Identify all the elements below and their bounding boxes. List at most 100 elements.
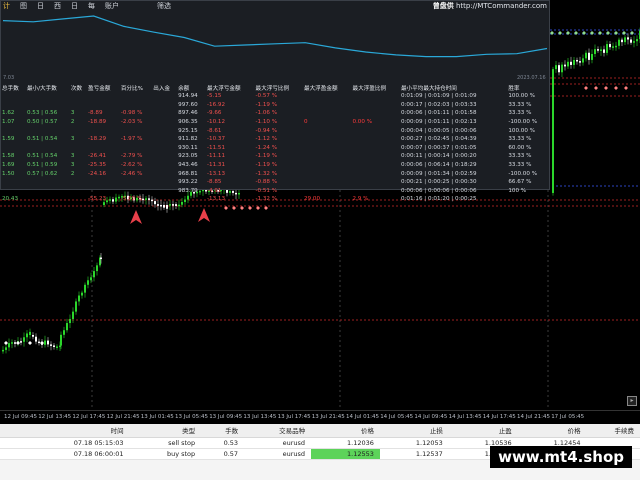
chart-shift-button[interactable]: ▸ [627, 396, 637, 406]
stats-cell: 20.43 [2, 196, 19, 203]
stats-cell [351, 92, 399, 101]
candle-body [573, 59, 575, 65]
stats-header-cell[interactable]: 最大浮盈比例 [351, 83, 399, 92]
candle-body [579, 61, 581, 63]
stats-cell: 0.00 % [352, 119, 373, 126]
stats-cell [177, 195, 206, 204]
tab-each[interactable]: 每 [88, 1, 95, 11]
stats-cell [120, 92, 152, 101]
trade-marker-diamond [16, 341, 20, 345]
candle-body [20, 341, 22, 343]
stats-cell: -18.29 [88, 136, 107, 143]
stats-cell [152, 178, 177, 187]
tab-account[interactable]: 账户 [105, 1, 119, 11]
stats-cell [152, 92, 177, 101]
stats-cell [152, 169, 177, 178]
stats-cell: 100 % [508, 187, 527, 194]
orders-header-cell[interactable]: 止盈 [448, 424, 518, 438]
candle-body [600, 49, 602, 51]
stats-row: 1.58 0.51 | 0.54 3 -26.41 -2.79 % 923.05 -11.1… [1, 152, 549, 161]
orders-header-cell[interactable]: 手续费 [586, 424, 640, 438]
orders-header-cell[interactable]: 价格 [311, 424, 380, 438]
stats-cell [351, 135, 399, 144]
orders-header-cell[interactable]: 类型 [129, 424, 202, 438]
stats-header-cell[interactable]: 百分比% [120, 83, 152, 92]
stats-cell [351, 169, 399, 178]
stats-header-cell[interactable]: 最小平均最大持仓时间 [400, 83, 507, 92]
tab-date[interactable]: 日 [71, 1, 78, 11]
stats-cell: -0.98 % [120, 110, 143, 117]
stats-cell: -2.62 % [120, 162, 143, 169]
stats-cell [1, 187, 26, 196]
candle-body [66, 323, 68, 331]
stats-header-cell[interactable]: 盈亏金额 [87, 83, 120, 92]
stats-cell: 100.00 % [508, 127, 535, 134]
stats-cell [303, 187, 351, 196]
tab-stats[interactable]: 计 [3, 1, 10, 11]
orders-header-cell[interactable]: 价格 [517, 424, 587, 438]
stats-header-cell[interactable]: 出入金 [152, 83, 177, 92]
sell-arrow-icon [198, 208, 210, 222]
time-axis-label: 12 Jul 13:45 [38, 414, 72, 420]
stats-cell: 0.51 | 0.54 [26, 136, 58, 143]
stats-cell [87, 101, 120, 110]
time-axis-label: 14 Jul 09:45 [414, 414, 448, 420]
stats-cell: -8.61 [207, 127, 222, 134]
stats-cell [70, 178, 87, 187]
stats-cell: 1.07 [2, 119, 15, 126]
stats-cell: -1.32 % [255, 196, 278, 203]
stats-cell: -2.46 % [120, 170, 143, 177]
time-axis-label: 12 Jul 09:45 [4, 414, 37, 420]
stats-header-cell[interactable]: 最大浮亏金额 [206, 83, 254, 92]
stats-header-cell[interactable]: 最大浮盈金额 [303, 83, 351, 92]
candle-body [50, 344, 52, 346]
filter-button[interactable]: 筛选 [157, 1, 171, 11]
equity-curve [2, 15, 548, 58]
stats-cell: 1.59 [2, 136, 15, 143]
orders-header-cell[interactable]: 止损 [379, 424, 449, 438]
stats-header-cell[interactable]: 最大浮亏比例 [255, 83, 303, 92]
stats-cell [70, 126, 87, 135]
stats-cell [152, 195, 177, 204]
order-ticket-cell [0, 448, 13, 460]
trade-marker-diamond [584, 86, 588, 90]
tab-day[interactable]: 日 [37, 1, 44, 11]
time-axis-label: 13 Jul 05:45 [175, 414, 208, 420]
order-lots-cell: 0.57 [201, 448, 245, 460]
order-type-cell: sell stop [129, 437, 202, 449]
stats-header-cell[interactable]: 最小/大手数 [26, 83, 70, 92]
orders-header-row: 时间 类型 手数 交易品种 价格 止损 止盈 价格 手续费 [0, 424, 640, 438]
stats-header-cell[interactable]: 胜率 [507, 83, 549, 92]
tab-week[interactable]: 西 [54, 1, 61, 11]
orders-header-cell[interactable] [0, 424, 13, 438]
orders-header-cell[interactable]: 时间 [12, 424, 130, 438]
stats-cell [87, 178, 120, 187]
candle-body [633, 41, 635, 43]
candle-body [630, 39, 632, 43]
stats-cell: -1.97 % [120, 136, 143, 143]
candle-body [38, 341, 40, 344]
stats-header-cell[interactable]: 总手数 [1, 83, 26, 92]
candle-body [5, 347, 7, 350]
trade-marker-diamond [604, 86, 608, 90]
trade-marker-diamond [28, 341, 32, 345]
candle-body [96, 265, 98, 272]
candle-body [618, 39, 620, 46]
tab-chart[interactable]: 图 [20, 1, 27, 11]
stats-header-cell[interactable]: 次数 [70, 83, 87, 92]
stats-cell: 33.33 % [508, 136, 532, 143]
candle-body [11, 342, 13, 344]
trade-marker-diamond [224, 206, 228, 210]
time-axis-label: 14 Jul 17:45 [482, 414, 516, 420]
stats-cell: -26.41 [88, 153, 107, 160]
stats-header-cell[interactable]: 余额 [177, 83, 206, 92]
orders-header-cell[interactable]: 手数 [201, 424, 245, 438]
brand-link[interactable]: 曾盘供 http://MTCommander.com [433, 1, 547, 11]
candle-body [75, 301, 77, 312]
stats-cell: 0:01:09 | 0:01:09 | 0:01:09 [400, 93, 477, 100]
orders-header-cell[interactable]: 交易品种 [244, 424, 312, 438]
candle-body [84, 284, 86, 293]
stats-cell: 0.50 | 0.57 [26, 119, 58, 126]
candle-body [26, 333, 28, 338]
order-lots-cell: 0.53 [201, 437, 245, 449]
